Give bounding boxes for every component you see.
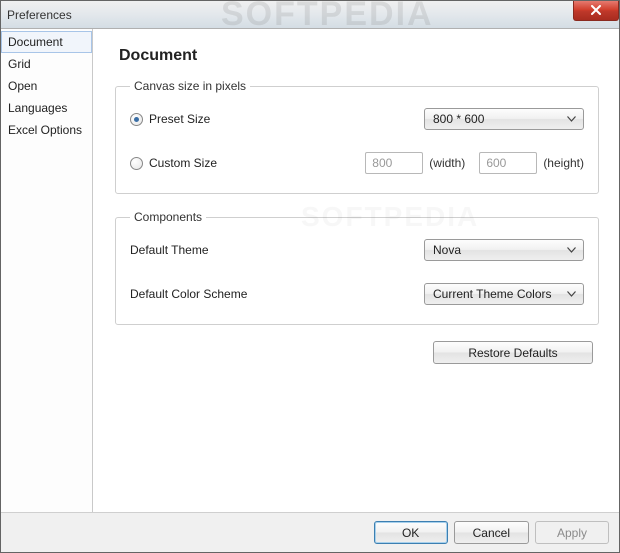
watermark: SOFTPEDIA xyxy=(221,0,434,34)
preset-size-label: Preset Size xyxy=(149,112,210,126)
page-title: Document xyxy=(119,47,599,65)
sidebar-item-label: Open xyxy=(8,79,37,93)
canvas-size-group: Canvas size in pixels Preset Size 800 * … xyxy=(115,79,599,194)
dialog-footer: OK Cancel Apply xyxy=(1,512,619,552)
close-button[interactable] xyxy=(573,1,619,21)
default-theme-dropdown[interactable]: Nova xyxy=(424,239,584,261)
window-title: Preferences xyxy=(7,8,72,22)
sidebar-item-label: Languages xyxy=(8,101,67,115)
custom-width-input[interactable] xyxy=(365,152,423,174)
dialog-body: Document Grid Open Languages Excel Optio… xyxy=(1,29,619,512)
restore-defaults-label: Restore Defaults xyxy=(468,346,557,360)
sidebar-item-document[interactable]: Document xyxy=(1,31,92,53)
sidebar-item-label: Document xyxy=(8,35,63,49)
sidebar-item-languages[interactable]: Languages xyxy=(1,97,92,119)
components-group: Components Default Theme Nova xyxy=(115,210,599,325)
sidebar-item-label: Excel Options xyxy=(8,123,82,137)
cancel-button[interactable]: Cancel xyxy=(454,521,529,544)
preferences-dialog: Preferences SOFTPEDIA Document Grid Open… xyxy=(0,0,620,553)
components-legend: Components xyxy=(130,210,206,224)
chevron-down-icon xyxy=(563,291,579,297)
preset-size-value: 800 * 600 xyxy=(433,112,563,126)
sidebar-item-label: Grid xyxy=(8,57,31,71)
main-panel: SOFTPEDIA Document Canvas size in pixels… xyxy=(93,29,619,512)
preset-size-radio[interactable] xyxy=(130,113,143,126)
apply-label: Apply xyxy=(557,526,587,540)
canvas-size-legend: Canvas size in pixels xyxy=(130,79,250,93)
sidebar-item-excel-options[interactable]: Excel Options xyxy=(1,119,92,141)
default-theme-value: Nova xyxy=(433,243,563,257)
apply-button[interactable]: Apply xyxy=(535,521,609,544)
ok-button[interactable]: OK xyxy=(374,521,448,544)
restore-defaults-button[interactable]: Restore Defaults xyxy=(433,341,593,364)
chevron-down-icon xyxy=(563,247,579,253)
category-sidebar: Document Grid Open Languages Excel Optio… xyxy=(1,29,93,512)
chevron-down-icon xyxy=(563,116,579,122)
custom-height-hint: (height) xyxy=(543,156,584,170)
sidebar-item-open[interactable]: Open xyxy=(1,75,92,97)
preset-size-dropdown[interactable]: 800 * 600 xyxy=(424,108,584,130)
cancel-label: Cancel xyxy=(473,526,510,540)
default-theme-label: Default Theme xyxy=(130,243,209,257)
custom-width-hint: (width) xyxy=(429,156,465,170)
default-color-scheme-row: Default Color Scheme Current Theme Color… xyxy=(130,282,584,306)
default-color-scheme-label: Default Color Scheme xyxy=(130,287,247,301)
custom-height-input[interactable] xyxy=(479,152,537,174)
default-color-scheme-dropdown[interactable]: Current Theme Colors xyxy=(424,283,584,305)
custom-size-row: Custom Size (width) (height) xyxy=(130,151,584,175)
title-bar: Preferences SOFTPEDIA xyxy=(1,1,619,29)
default-theme-row: Default Theme Nova xyxy=(130,238,584,262)
preset-size-row: Preset Size 800 * 600 xyxy=(130,107,584,131)
custom-size-label: Custom Size xyxy=(149,156,217,170)
default-color-scheme-value: Current Theme Colors xyxy=(433,287,563,301)
close-icon xyxy=(591,4,601,18)
ok-label: OK xyxy=(402,526,419,540)
custom-size-radio[interactable] xyxy=(130,157,143,170)
sidebar-item-grid[interactable]: Grid xyxy=(1,53,92,75)
